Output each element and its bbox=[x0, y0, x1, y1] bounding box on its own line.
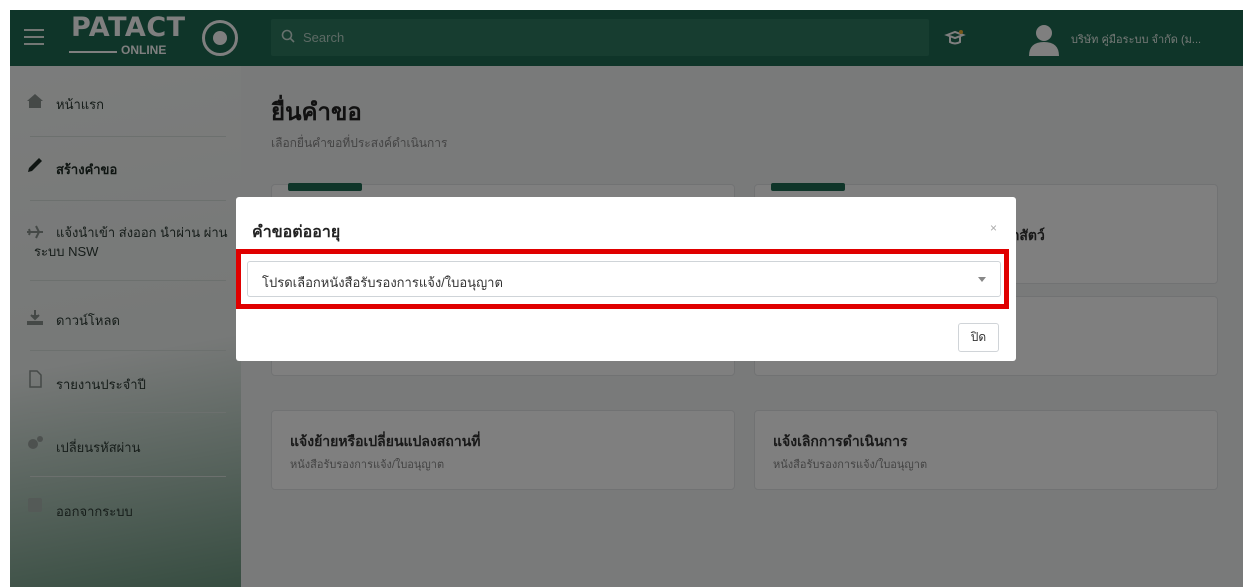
close-button[interactable]: ปิด bbox=[958, 323, 999, 352]
certificate-select[interactable]: โปรดเลือกหนังสือรับรองการแจ้ง/ใบอนุญาต bbox=[247, 261, 1001, 297]
app-frame: PATACT ONLINE บริษัท คู่มือระบบ จำกัด (ม… bbox=[10, 10, 1243, 587]
chevron-down-icon bbox=[978, 277, 986, 282]
close-icon[interactable]: × bbox=[990, 221, 997, 235]
select-value: โปรดเลือกหนังสือรับรองการแจ้ง/ใบอนุญาต bbox=[262, 275, 503, 290]
modal-title: คำขอต่ออายุ bbox=[252, 224, 341, 241]
renewal-modal: คำขอต่ออายุ × โปรดเลือกหนังสือรับรองการแ… bbox=[236, 197, 1016, 361]
